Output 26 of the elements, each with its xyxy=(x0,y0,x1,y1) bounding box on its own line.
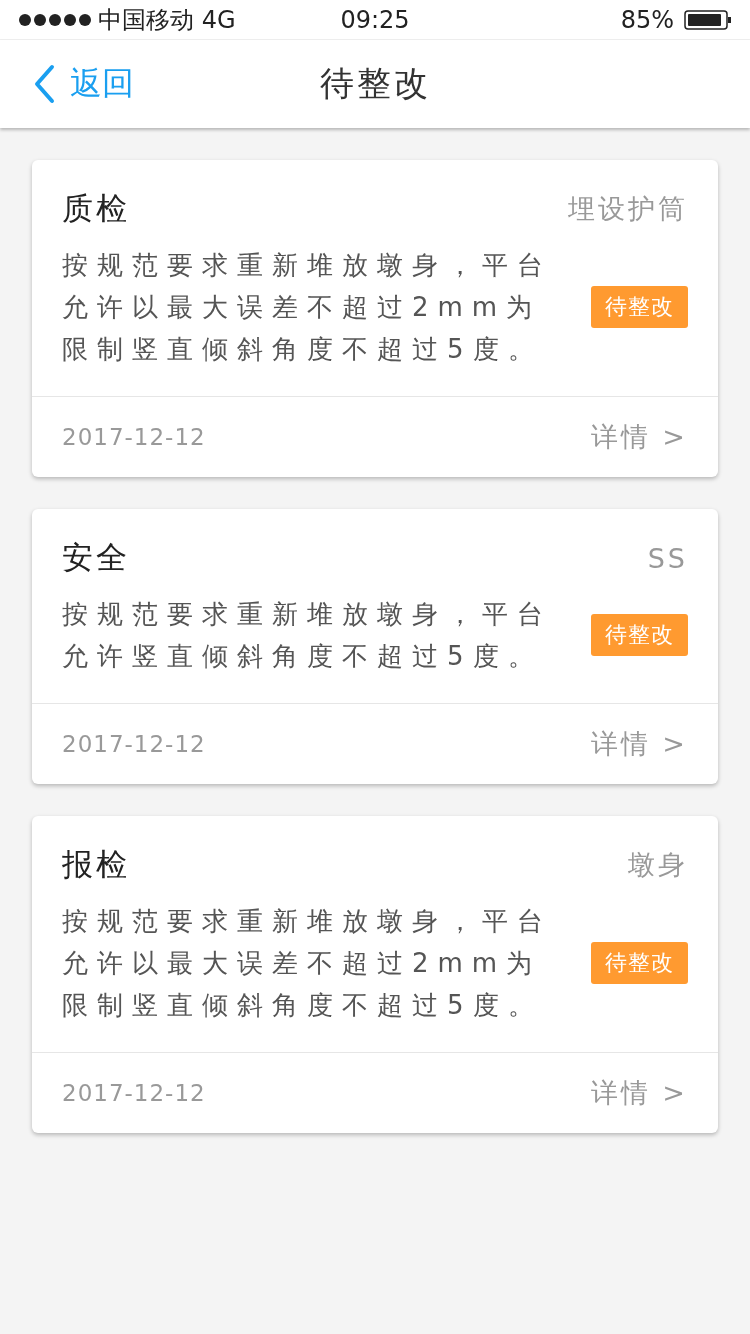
status-badge: 待整改 xyxy=(591,286,688,328)
details-link[interactable]: 详情 > xyxy=(590,419,688,455)
chevron-left-icon xyxy=(32,64,56,104)
details-link[interactable]: 详情 > xyxy=(590,1075,688,1111)
date-text: 2017-12-12 xyxy=(62,1080,206,1106)
issue-description: 按规范要求重新堆放墩身，平台允许以最大误差不超过2mm为限制竖直倾斜角度不超过5度。 xyxy=(62,905,553,1022)
carrier-text: 中国移动 4G xyxy=(98,4,236,36)
status-badge: 待整改 xyxy=(591,942,688,984)
issue-description: 按规范要求重新堆放墩身，平台允许竖直倾斜角度不超过5度。 xyxy=(62,598,553,673)
category-label: SS xyxy=(647,542,688,574)
issue-description: 按规范要求重新堆放墩身，平台允许以最大误差不超过2mm为限制竖直倾斜角度不超过5度。 xyxy=(62,249,553,366)
status-badge: 待整改 xyxy=(591,614,688,656)
battery-icon xyxy=(684,9,732,30)
battery-percent: 85% xyxy=(620,5,674,34)
card-title: 安全 xyxy=(62,538,130,577)
clock-text: 09:25 xyxy=(339,5,411,34)
signal-icon xyxy=(18,12,92,27)
card-title: 质检 xyxy=(62,189,130,228)
date-text: 2017-12-12 xyxy=(62,731,206,757)
date-text: 2017-12-12 xyxy=(62,424,206,450)
category-label: 埋设护筒 xyxy=(568,192,688,226)
page-title: 待整改 xyxy=(319,62,431,105)
category-label: 墩身 xyxy=(628,848,688,882)
back-button[interactable]: 返回 xyxy=(32,62,134,106)
details-link[interactable]: 详情 > xyxy=(590,726,688,762)
card-title: 报检 xyxy=(62,845,130,884)
